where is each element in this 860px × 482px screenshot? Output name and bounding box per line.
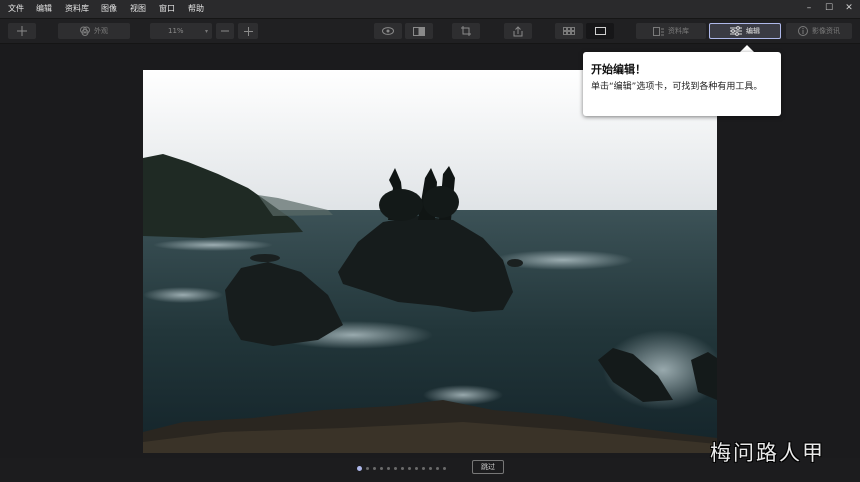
pager-dot[interactable] xyxy=(380,466,383,470)
tour-pager xyxy=(357,463,446,473)
preview-button[interactable] xyxy=(374,23,402,39)
tooltip-arrow xyxy=(740,45,754,52)
zoom-in-button[interactable] xyxy=(238,23,258,39)
pager-dot[interactable] xyxy=(429,466,432,470)
pager-dot[interactable] xyxy=(422,466,425,470)
menu-view[interactable]: 视图 xyxy=(130,3,146,15)
compare-icon xyxy=(413,26,425,36)
minimize-icon[interactable]: – xyxy=(804,2,814,14)
pager-dot[interactable] xyxy=(401,466,404,470)
library-tab[interactable]: 资料库 xyxy=(636,23,706,39)
pager-dot[interactable] xyxy=(415,466,418,470)
single-view-button[interactable] xyxy=(586,23,614,39)
tooltip-body: 单击“编辑”选项卡，可找到各种有用工具。 xyxy=(591,82,763,92)
edit-tab[interactable]: 编辑 xyxy=(709,23,781,39)
tooltip-title: 开始编辑！ xyxy=(591,63,646,76)
menu-library[interactable]: 资料库 xyxy=(65,3,89,15)
crop-button[interactable] xyxy=(452,23,480,39)
close-icon[interactable]: ✕ xyxy=(844,2,854,14)
menu-file[interactable]: 文件 xyxy=(8,3,24,15)
pager-dot[interactable] xyxy=(436,466,439,470)
grid-icon xyxy=(563,27,575,35)
add-button[interactable] xyxy=(8,23,36,39)
share-icon xyxy=(513,25,523,36)
share-button[interactable] xyxy=(504,23,532,39)
zoom-value: 11% xyxy=(168,27,184,35)
library-icon xyxy=(653,26,664,36)
library-tab-label: 资料库 xyxy=(668,27,689,35)
onboarding-tooltip: 开始编辑！ 单击“编辑”选项卡，可找到各种有用工具。 xyxy=(583,52,781,116)
photo-preview[interactable] xyxy=(143,70,717,453)
menu-bar: 文件 编辑 资料库 图像 视图 窗口 帮助 – ☐ ✕ xyxy=(0,0,860,19)
toolbar: 外观 11% ▾ 资料库 编辑 影像资讯 xyxy=(0,19,860,44)
info-icon xyxy=(798,26,808,36)
menu-window[interactable]: 窗口 xyxy=(159,3,175,15)
pager-dot[interactable] xyxy=(443,466,446,470)
info-tab[interactable]: 影像资讯 xyxy=(786,23,852,39)
appearance-icon xyxy=(80,26,90,36)
minus-icon xyxy=(221,30,229,32)
edit-tab-label: 编辑 xyxy=(746,27,760,35)
single-view-icon xyxy=(594,27,606,35)
appearance-label: 外观 xyxy=(94,27,108,35)
pager-dot[interactable] xyxy=(394,466,397,470)
menu-help[interactable]: 帮助 xyxy=(188,3,204,15)
compare-button[interactable] xyxy=(405,23,433,39)
menu-edit[interactable]: 编辑 xyxy=(36,3,52,15)
eye-icon xyxy=(382,27,394,35)
menu-image[interactable]: 图像 xyxy=(101,3,117,15)
zoom-out-button[interactable] xyxy=(216,23,234,39)
skip-button[interactable]: 跳过 xyxy=(472,460,504,474)
watermark: 梅问路人甲 xyxy=(710,441,825,465)
grid-view-button[interactable] xyxy=(555,23,583,39)
sliders-icon xyxy=(730,26,742,36)
zoom-select[interactable]: 11% ▾ xyxy=(150,23,212,39)
plus-icon xyxy=(243,26,253,36)
plus-icon xyxy=(17,26,27,36)
pager-dot[interactable] xyxy=(366,466,369,470)
window-controls: – ☐ ✕ xyxy=(804,2,854,16)
maximize-icon[interactable]: ☐ xyxy=(824,2,834,14)
pager-dot[interactable] xyxy=(373,466,376,470)
appearance-button[interactable]: 外观 xyxy=(58,23,130,39)
info-tab-label: 影像资讯 xyxy=(812,27,840,35)
chevron-down-icon: ▾ xyxy=(204,27,208,35)
pager-dot[interactable] xyxy=(408,466,411,470)
pager-dot-active[interactable] xyxy=(357,465,362,471)
pager-dot[interactable] xyxy=(387,466,390,470)
crop-icon xyxy=(461,26,471,36)
seascape-image xyxy=(143,70,717,453)
